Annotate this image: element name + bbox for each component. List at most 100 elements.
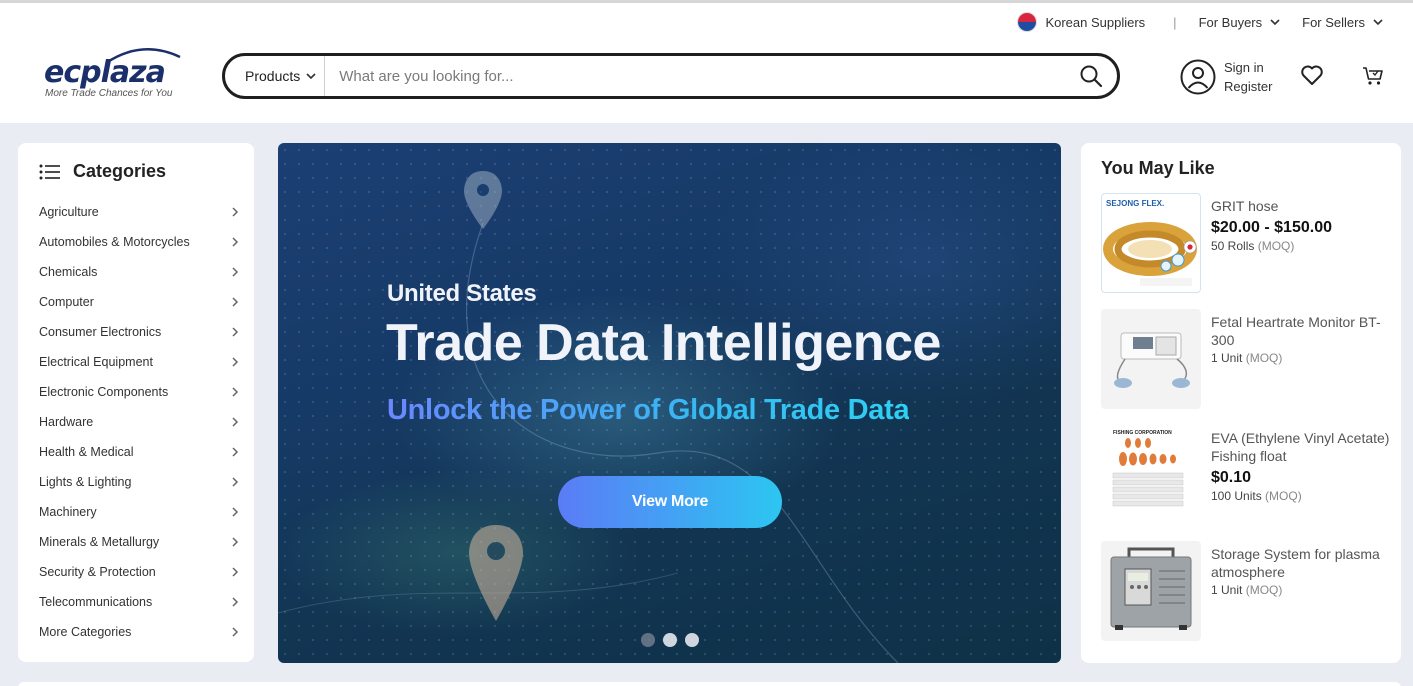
register-link[interactable]: Register — [1224, 77, 1272, 96]
product-name[interactable]: GRIT hose — [1211, 197, 1391, 215]
carousel-pagination — [641, 633, 707, 647]
chevron-right-icon — [232, 507, 239, 517]
category-item[interactable]: Electronic Components — [39, 377, 239, 407]
product-thumbnail[interactable]: SEJONG FLEX. — [1101, 193, 1201, 293]
utility-nav: Korean Suppliers | For Buyers For Seller… — [1017, 11, 1383, 33]
you-may-like-title: You May Like — [1101, 158, 1215, 178]
product-moq: 1 Unit (MOQ) — [1211, 351, 1283, 365]
for-sellers-menu[interactable]: For Sellers — [1302, 15, 1383, 30]
cart-button[interactable] — [1362, 65, 1384, 92]
korean-suppliers-link[interactable]: Korean Suppliers — [1045, 15, 1145, 30]
product-price: $20.00 - $150.00 — [1211, 219, 1332, 236]
category-item[interactable]: Security & Protection — [39, 557, 239, 587]
svg-text:FISHING CORPORATION: FISHING CORPORATION — [1113, 430, 1172, 436]
category-label: Electronic Components — [39, 385, 169, 399]
chevron-right-icon — [232, 567, 239, 577]
sign-in-link[interactable]: Sign in — [1224, 58, 1272, 77]
category-label: More Categories — [39, 625, 132, 639]
category-item[interactable]: Chemicals — [39, 257, 239, 287]
category-label: Health & Medical — [39, 445, 134, 459]
category-label: Machinery — [39, 505, 97, 519]
map-pin-icon — [464, 171, 502, 229]
category-item[interactable]: Electrical Equipment — [39, 347, 239, 377]
you-may-like-panel: You May Like SEJONG FLEX. GRIT hose $20.… — [1081, 143, 1401, 663]
category-label: Consumer Electronics — [39, 325, 162, 339]
chevron-right-icon — [232, 327, 239, 337]
category-item[interactable]: Telecommunications — [39, 587, 239, 617]
product-name[interactable]: EVA (Ethylene Vinyl Acetate) Fishing flo… — [1211, 429, 1391, 465]
view-more-button[interactable]: View More — [558, 476, 782, 528]
product-card[interactable]: Fetal Heartrate Monitor BT-300 1 Unit (M… — [1101, 309, 1391, 409]
map-pin-icon — [469, 525, 523, 621]
product-name[interactable]: Storage System for plasma atmosphere — [1211, 545, 1391, 581]
chevron-right-icon — [232, 267, 239, 277]
account-menu[interactable]: Sign in Register — [1180, 58, 1272, 96]
category-item[interactable]: Lights & Lighting — [39, 467, 239, 497]
category-item-more[interactable]: More Categories — [39, 617, 239, 647]
categories-title: Categories — [73, 161, 167, 181]
fetal-monitor-product-image — [1114, 332, 1190, 388]
categories-panel: Categories Agriculture Automobiles & Mot… — [18, 143, 254, 662]
chevron-down-icon — [1270, 19, 1280, 26]
category-label: Agriculture — [39, 205, 99, 219]
search-button[interactable] — [1065, 56, 1117, 96]
category-label: Hardware — [39, 415, 94, 429]
chevron-right-icon — [232, 417, 239, 427]
category-item[interactable]: Health & Medical — [39, 437, 239, 467]
category-item[interactable]: Agriculture — [39, 197, 239, 227]
chevron-right-icon — [232, 597, 239, 607]
search-category-label: Products — [245, 68, 301, 84]
product-thumbnail[interactable] — [1101, 309, 1201, 409]
ecplaza-logo[interactable]: ecplaza More Trade Chances for You — [44, 45, 184, 101]
product-thumbnail[interactable]: FISHING CORPORATION — [1101, 425, 1201, 525]
hose-product-image: SEJONG FLEX. — [1103, 199, 1197, 286]
product-price: $0.10 — [1211, 469, 1252, 486]
category-label: Chemicals — [39, 265, 98, 279]
product-thumbnail[interactable] — [1101, 541, 1201, 641]
banner-headline: Trade Data Intelligence — [386, 314, 941, 372]
product-card[interactable]: Storage System for plasma atmosphere 1 U… — [1101, 541, 1391, 641]
svg-text:SEJONG FLEX.: SEJONG FLEX. — [1106, 199, 1164, 208]
category-item[interactable]: Computer — [39, 287, 239, 317]
wishlist-button[interactable] — [1300, 64, 1324, 91]
category-item[interactable]: Consumer Electronics — [39, 317, 239, 347]
chevron-right-icon — [232, 387, 239, 397]
category-label: Electrical Equipment — [39, 355, 153, 369]
category-label: Security & Protection — [39, 565, 156, 579]
chevron-down-icon — [1373, 19, 1383, 26]
category-item[interactable]: Minerals & Metallurgy — [39, 527, 239, 557]
next-section-edge — [18, 682, 1401, 686]
category-label: Lights & Lighting — [39, 475, 132, 489]
banner-subheadline: Unlock the Power of Global Trade Data — [387, 394, 910, 426]
user-icon — [1180, 59, 1216, 95]
search-input[interactable] — [325, 67, 1065, 85]
categories-heading: Categories — [39, 161, 166, 182]
category-item[interactable]: Hardware — [39, 407, 239, 437]
category-item[interactable]: Machinery — [39, 497, 239, 527]
chevron-right-icon — [232, 627, 239, 637]
fishing-float-product-image: FISHING CORPORATION — [1112, 430, 1184, 507]
carousel-dot[interactable] — [641, 633, 655, 647]
carousel-dot[interactable] — [663, 633, 677, 647]
category-label: Telecommunications — [39, 595, 153, 609]
logo-tagline: More Trade Chances for You — [45, 88, 173, 99]
product-name[interactable]: Fetal Heartrate Monitor BT-300 — [1211, 313, 1391, 349]
chevron-right-icon — [232, 447, 239, 457]
category-item[interactable]: Automobiles & Motorcycles — [39, 227, 239, 257]
heart-icon — [1301, 65, 1323, 85]
product-card[interactable]: SEJONG FLEX. GRIT hose $20.00 - $150.00 … — [1101, 193, 1391, 293]
chevron-right-icon — [232, 207, 239, 217]
for-buyers-label: For Buyers — [1198, 14, 1263, 30]
for-buyers-menu[interactable]: For Buyers — [1199, 15, 1281, 30]
product-moq: 1 Unit (MOQ) — [1211, 583, 1283, 597]
carousel-dot[interactable] — [685, 633, 699, 647]
chevron-right-icon — [232, 357, 239, 367]
product-card[interactable]: FISHING CORPORATION EVA (Ethylene Vinyl … — [1101, 425, 1391, 525]
search-category-select[interactable]: Products — [225, 56, 326, 96]
category-list: Agriculture Automobiles & Motorcycles Ch… — [39, 197, 239, 647]
chevron-right-icon — [232, 237, 239, 247]
logo-wordmark: ecplaza — [44, 55, 166, 90]
hero-banner[interactable]: United States Trade Data Intelligence Un… — [278, 143, 1061, 663]
site-header: Korean Suppliers | For Buyers For Seller… — [0, 3, 1413, 123]
category-label: Minerals & Metallurgy — [39, 535, 160, 549]
